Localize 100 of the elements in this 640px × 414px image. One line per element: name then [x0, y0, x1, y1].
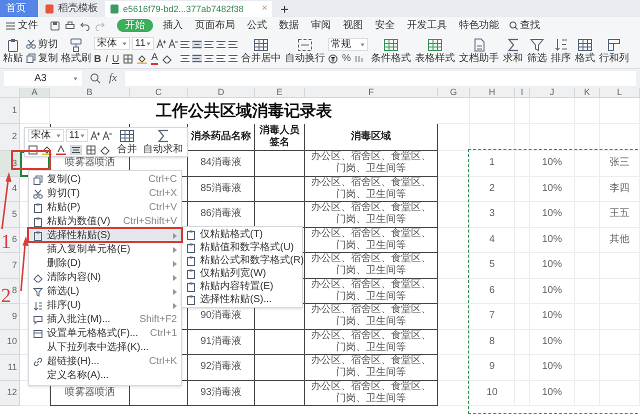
ribbon-tab[interactable]: 开发工具	[405, 19, 449, 32]
ribbon-tab[interactable]: 视图	[341, 19, 365, 32]
menu-item[interactable]: 粘贴公式和数字格式(R)	[182, 254, 302, 267]
ribbon-tab[interactable]: 插入	[161, 19, 185, 32]
menu-item[interactable]: 粘贴为数值(V) Ctrl+Shift+V	[29, 215, 181, 229]
table-cell: 10%	[530, 151, 575, 176]
file-menu[interactable]: 文件	[6, 18, 38, 33]
row-header[interactable]: 5	[0, 202, 20, 228]
menu-item[interactable]: 仅粘贴列宽(W)	[182, 267, 302, 280]
underline-button[interactable]: U	[112, 54, 120, 64]
conditional-format-icon	[383, 38, 399, 52]
clipboard-icon	[186, 242, 196, 252]
font-dropdown[interactable]: 宋体	[28, 129, 64, 142]
scissors-icon	[26, 39, 36, 49]
currency-icon	[328, 54, 338, 64]
row-header[interactable]: 10	[0, 330, 20, 355]
table-cell: 10%	[530, 380, 575, 406]
column-header[interactable]: H	[470, 88, 515, 98]
column-header[interactable]: K	[575, 88, 600, 98]
menu-item[interactable]: 粘贴内容转置(E)	[182, 280, 302, 293]
menu-item[interactable]: 清除内容(N)	[29, 271, 181, 285]
menu-item[interactable]: 插入批注(M)... Shift+F2	[29, 313, 181, 327]
font-color-button[interactable]: A	[151, 53, 158, 65]
ribbon-button[interactable]: 粘贴	[2, 34, 24, 68]
menu-item[interactable]: 插入复制单元格(E)	[29, 243, 181, 257]
ribbon-button[interactable]: 行和列	[598, 34, 630, 68]
annotation-number: 2	[1, 286, 11, 306]
ribbon-button[interactable]: 条件格式	[370, 34, 412, 68]
font-size-dropdown[interactable]: 11	[132, 37, 154, 50]
function-button[interactable]: fx	[109, 70, 117, 87]
column-header[interactable]: A	[20, 88, 50, 98]
scissors-icon	[33, 189, 43, 199]
cut-button[interactable]: 剪切	[26, 38, 58, 50]
merge-cells-icon	[119, 129, 135, 143]
percent-button[interactable]: %	[342, 54, 351, 64]
menu-item[interactable]: 选择性粘贴(S)...	[182, 293, 302, 306]
menu-item[interactable]: 筛选(L)	[29, 285, 181, 299]
number-format-dropdown[interactable]: 常规	[328, 38, 368, 51]
row-header[interactable]: 2	[0, 124, 20, 151]
column-header[interactable]: J	[530, 88, 575, 98]
ribbon-button[interactable]: 求和	[502, 34, 524, 68]
ribbon-button[interactable]: 格式	[574, 34, 596, 68]
ribbon-tab[interactable]: 公式	[245, 19, 269, 32]
ribbon-tab[interactable]: 安全	[373, 19, 397, 32]
ribbon-button[interactable]: 自动求和	[142, 129, 184, 155]
caret-icon	[146, 42, 151, 46]
menu-item[interactable]: 定义名称(A)...	[29, 369, 181, 383]
column-header[interactable]: B	[50, 88, 130, 98]
table-cell: 李四	[600, 176, 640, 202]
menu-item[interactable]: 排序(U)	[29, 299, 181, 313]
ribbon-button[interactable]: 排序	[550, 34, 572, 68]
column-header[interactable]: L	[600, 88, 640, 98]
menu-item[interactable]: 粘贴值和数字格式(U)	[182, 241, 302, 254]
column-header[interactable]: D	[188, 88, 255, 98]
ribbon-tab[interactable]: 页面布局	[193, 19, 237, 32]
font-size-dropdown[interactable]: 11	[66, 129, 88, 142]
row-header[interactable]: 7	[0, 253, 20, 278]
column-header[interactable]: C	[130, 88, 188, 98]
annotation-arrow	[19, 236, 29, 292]
select-all-corner[interactable]	[0, 88, 20, 98]
highlight-frame	[11, 150, 51, 170]
row-header[interactable]: 9	[0, 304, 20, 330]
italic-button[interactable]: I	[105, 54, 108, 64]
column-header[interactable]: E	[255, 88, 305, 98]
ribbon-button[interactable]: 自动换行	[284, 34, 326, 68]
menu-item[interactable]: 粘贴(P) Ctrl+V	[29, 201, 181, 215]
document-tab[interactable]: e5616f79-bd2...377ab7482f38 ×	[105, 1, 272, 17]
row-header[interactable]: 12	[0, 380, 20, 406]
clipboard-icon	[33, 231, 43, 241]
funnel-icon	[530, 38, 544, 52]
menu-item[interactable]: 剪切(T) Ctrl+X	[29, 187, 181, 201]
ribbon-button[interactable]: 筛选	[526, 34, 548, 68]
ribbon-tab[interactable]: 数据	[277, 19, 301, 32]
copy-button[interactable]: 复制	[26, 52, 58, 64]
row-header[interactable]: 11	[0, 355, 20, 380]
ribbon-button[interactable]: 表格样式	[414, 34, 456, 68]
align-icon	[180, 40, 190, 48]
column-header[interactable]: F	[305, 88, 438, 98]
ribbon-tab[interactable]: 特色功能	[457, 19, 501, 32]
document-tab[interactable]: 首页	[0, 0, 38, 17]
column-header[interactable]: I	[515, 88, 530, 98]
ribbon-button[interactable]: 合并居中	[240, 34, 282, 68]
search-button[interactable]: 查找	[509, 18, 540, 33]
clipboard-icon	[186, 268, 196, 278]
column-header[interactable]: G	[438, 88, 470, 98]
row-header[interactable]: 1	[0, 98, 20, 124]
menu-item[interactable]: 删除(D)	[29, 257, 181, 271]
clipboard-icon	[186, 294, 196, 304]
ribbon-tab[interactable]: 审阅	[309, 19, 333, 32]
ribbon-button[interactable]: 文档助手	[458, 34, 500, 68]
new-tab-button[interactable]: +	[280, 1, 289, 17]
menu-item[interactable]: 从下拉列表中选择(K)...	[29, 341, 181, 355]
bold-button[interactable]: B	[94, 54, 102, 64]
menu-item[interactable]: 设置单元格格式(F)... Ctrl+1	[29, 327, 181, 341]
caret-icon	[56, 134, 61, 138]
ribbon-button[interactable]: 格式刷	[60, 34, 92, 68]
menu-item[interactable]: 仅粘贴格式(T)	[182, 228, 302, 241]
name-box[interactable]: A3	[4, 71, 82, 86]
font-dropdown[interactable]: 宋体	[94, 37, 130, 50]
menu-item[interactable]: 超链接(H)... Ctrl+K	[29, 355, 181, 369]
